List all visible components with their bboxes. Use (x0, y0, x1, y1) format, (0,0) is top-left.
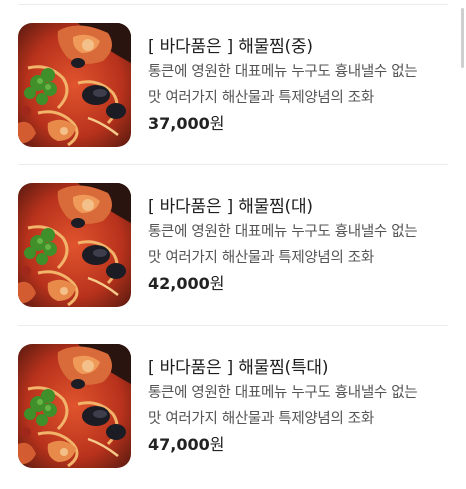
menu-item-price: 42,000원 (148, 273, 224, 295)
menu-item-title: [ 바다품은 ] 해물찜(특대) (148, 358, 329, 378)
menu-item-extra-large[interactable]: [ 바다품은 ] 해물찜(특대) 통큰에 영원한 대표메뉴 누구도 흉내낼수 없… (0, 329, 466, 489)
price-currency: 원 (209, 274, 225, 293)
menu-item-description-line2: 맛 여러가지 해산물과 특제양념의 조화 (148, 90, 374, 106)
menu-item-description: 통큰에 영원한 대표메뉴 누구도 흉내낼수 없는 맛 여러가지 해산물과 특제양… (148, 380, 448, 432)
menu-item-photo (18, 23, 131, 147)
price-value: 42,000 (148, 274, 210, 293)
menu-item-description: 통큰에 영원한 대표메뉴 누구도 흉내낼수 없는 맛 여러가지 해산물과 특제양… (148, 59, 448, 111)
menu-item-title: [ 바다품은 ] 해물찜(중) (148, 37, 313, 57)
menu-item-price: 47,000원 (148, 434, 224, 456)
menu-item-medium[interactable]: [ 바다품은 ] 해물찜(중) 통큰에 영원한 대표메뉴 누구도 흉내낼수 없는… (0, 8, 466, 168)
price-currency: 원 (209, 435, 225, 454)
menu-item-description: 통큰에 영원한 대표메뉴 누구도 흉내낼수 없는 맛 여러가지 해산물과 특제양… (148, 219, 448, 271)
menu-item-description-line1: 통큰에 영원한 대표메뉴 누구도 흉내낼수 없는 (148, 64, 418, 80)
price-value: 37,000 (148, 114, 210, 133)
menu-item-title: [ 바다품은 ] 해물찜(대) (148, 197, 313, 217)
menu-item-price: 37,000원 (148, 113, 224, 135)
price-currency: 원 (209, 114, 225, 133)
menu-item-description-line2: 맛 여러가지 해산물과 특제양념의 조화 (148, 250, 374, 266)
divider (18, 4, 448, 5)
price-value: 47,000 (148, 435, 210, 454)
menu-item-description-line1: 통큰에 영원한 대표메뉴 누구도 흉내낼수 없는 (148, 385, 418, 401)
menu-item-description-line1: 통큰에 영원한 대표메뉴 누구도 흉내낼수 없는 (148, 224, 418, 240)
scrollbar[interactable] (461, 8, 464, 68)
divider (18, 325, 448, 326)
divider (18, 164, 448, 165)
menu-item-photo (18, 183, 131, 307)
menu-item-photo (18, 344, 131, 468)
menu-item-description-line2: 맛 여러가지 해산물과 특제양념의 조화 (148, 411, 374, 427)
menu-item-large[interactable]: [ 바다품은 ] 해물찜(대) 통큰에 영원한 대표메뉴 누구도 흉내낼수 없는… (0, 168, 466, 328)
